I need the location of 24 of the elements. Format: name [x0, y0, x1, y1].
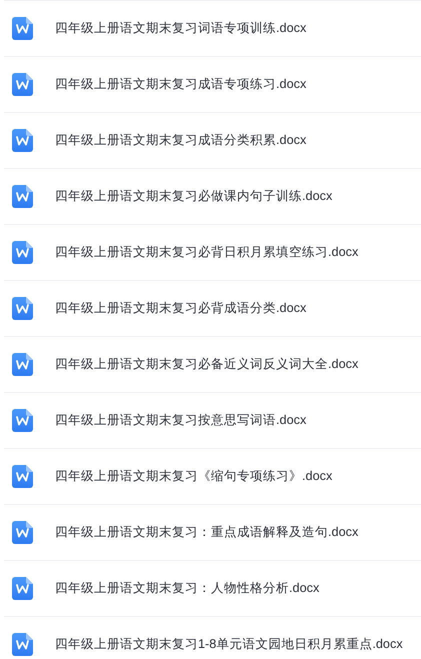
file-name[interactable]: 四年级上册语文期末复习必背日积月累填空练习.docx [55, 244, 358, 261]
word-document-icon [12, 633, 33, 656]
word-document-icon [12, 409, 33, 432]
file-name[interactable]: 四年级上册语文期末复习必背成语分类.docx [55, 300, 306, 317]
word-document-icon [12, 129, 33, 152]
word-document-icon [12, 185, 33, 208]
word-document-icon [12, 73, 33, 96]
file-name[interactable]: 四年级上册语文期末复习1-8单元语文园地日积月累重点.docx [55, 636, 403, 653]
word-document-icon [12, 521, 33, 544]
file-name[interactable]: 四年级上册语文期末复习《缩句专项练习》.docx [55, 468, 332, 485]
file-name[interactable]: 四年级上册语文期末复习按意思写词语.docx [55, 412, 306, 429]
word-document-icon [12, 577, 33, 600]
word-document-icon [12, 17, 33, 40]
file-name[interactable]: 四年级上册语文期末复习词语专项训练.docx [55, 20, 306, 37]
word-document-icon [12, 297, 33, 320]
file-name[interactable]: 四年级上册语文期末复习必备近义词反义词大全.docx [55, 356, 358, 373]
file-name[interactable]: 四年级上册语文期末复习成语分类积累.docx [55, 132, 306, 149]
word-document-icon [12, 353, 33, 376]
file-name[interactable]: 四年级上册语文期末复习必做课内句子训练.docx [55, 188, 332, 205]
word-document-icon [12, 465, 33, 488]
file-name[interactable]: 四年级上册语文期末复习成语专项练习.docx [55, 76, 306, 93]
word-document-icon [12, 241, 33, 264]
file-name[interactable]: 四年级上册语文期末复习：重点成语解释及造句.docx [55, 524, 358, 541]
file-name[interactable]: 四年级上册语文期末复习：人物性格分析.docx [55, 580, 320, 597]
